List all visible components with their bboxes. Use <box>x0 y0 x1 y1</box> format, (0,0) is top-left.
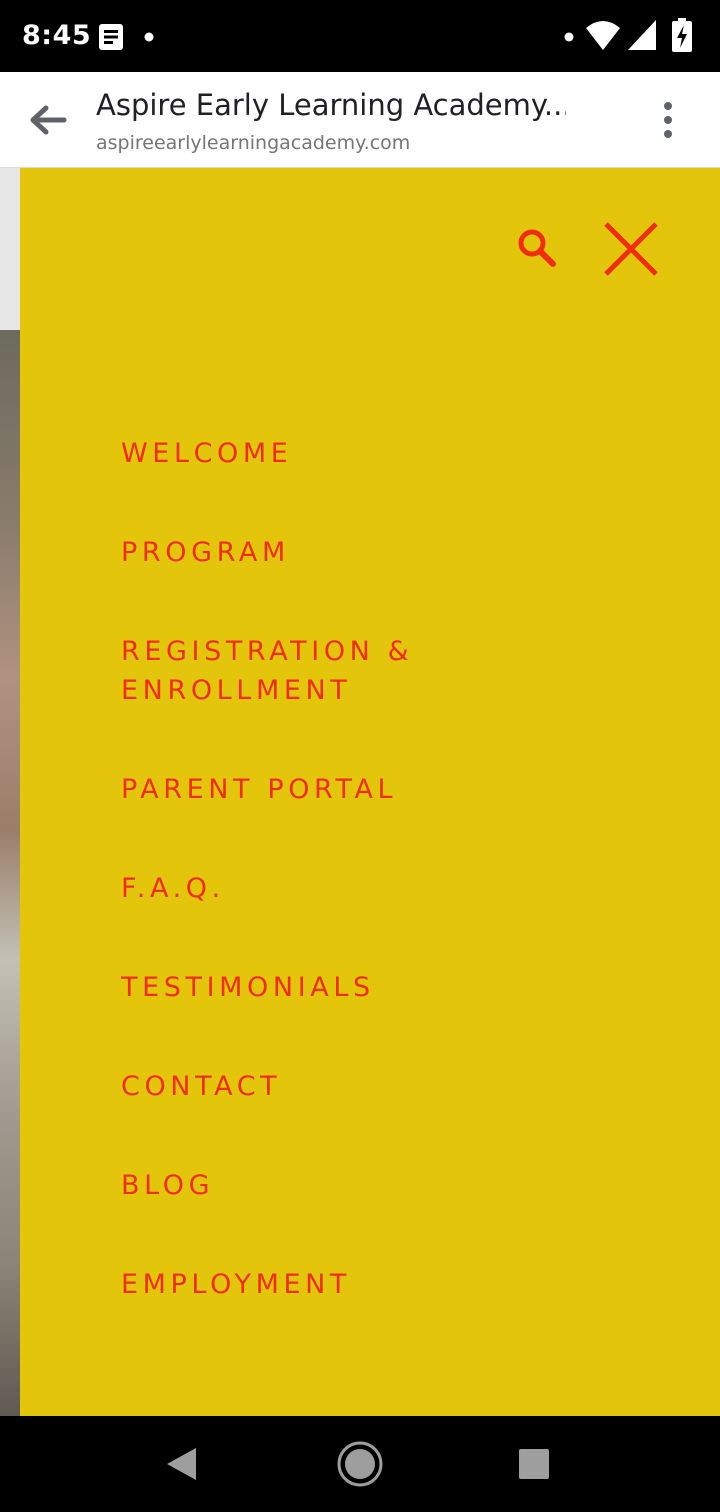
nav-item-label-line1: REGISTRATION & <box>121 636 414 667</box>
status-bar: 8:45 <box>0 0 720 72</box>
notification-dot-icon <box>564 32 574 42</box>
recents-square-icon[interactable] <box>518 1448 550 1480</box>
web-content: WELCOME PROGRAM REGISTRATION & ENROLLMEN… <box>0 168 720 1416</box>
signal-icon <box>628 20 656 50</box>
nav-item-contact[interactable]: CONTACT <box>121 1067 413 1166</box>
nav-item-employment[interactable]: EMPLOYMENT <box>121 1265 413 1364</box>
status-time: 8:45 <box>22 20 92 51</box>
search-icon[interactable] <box>515 226 559 270</box>
android-nav-bar <box>0 1416 720 1512</box>
close-icon[interactable] <box>602 220 660 278</box>
wifi-icon <box>586 21 620 50</box>
nav-item-parent-portal[interactable]: PARENT PORTAL <box>121 770 413 869</box>
background-photo <box>0 330 22 1416</box>
nav-item-welcome[interactable]: WELCOME <box>121 434 413 533</box>
nav-item-blog[interactable]: BLOG <box>121 1166 413 1265</box>
back-triangle-icon[interactable] <box>164 1446 198 1482</box>
battery-charging-icon <box>672 18 692 52</box>
browser-toolbar: Aspire Early Learning Academy... aspiree… <box>0 72 720 168</box>
nav-item-testimonials[interactable]: TESTIMONIALS <box>121 968 413 1067</box>
notification-dot-icon <box>144 32 154 42</box>
more-vert-icon[interactable] <box>656 100 680 140</box>
nav-menu-list: WELCOME PROGRAM REGISTRATION & ENROLLMEN… <box>121 434 413 1364</box>
nav-item-faq[interactable]: F.A.Q. <box>121 869 413 968</box>
notes-icon <box>99 24 123 50</box>
back-arrow-icon[interactable] <box>26 102 68 138</box>
nav-item-program[interactable]: PROGRAM <box>121 533 413 632</box>
home-circle-icon[interactable] <box>336 1440 384 1488</box>
page-title[interactable]: Aspire Early Learning Academy... <box>96 88 566 122</box>
page-url[interactable]: aspireearlylearningacademy.com <box>96 132 410 154</box>
nav-item-registration-enrollment[interactable]: REGISTRATION & ENROLLMENT <box>121 632 413 770</box>
nav-menu-overlay: WELCOME PROGRAM REGISTRATION & ENROLLMEN… <box>20 168 720 1416</box>
nav-item-label-line2: ENROLLMENT <box>121 675 352 706</box>
